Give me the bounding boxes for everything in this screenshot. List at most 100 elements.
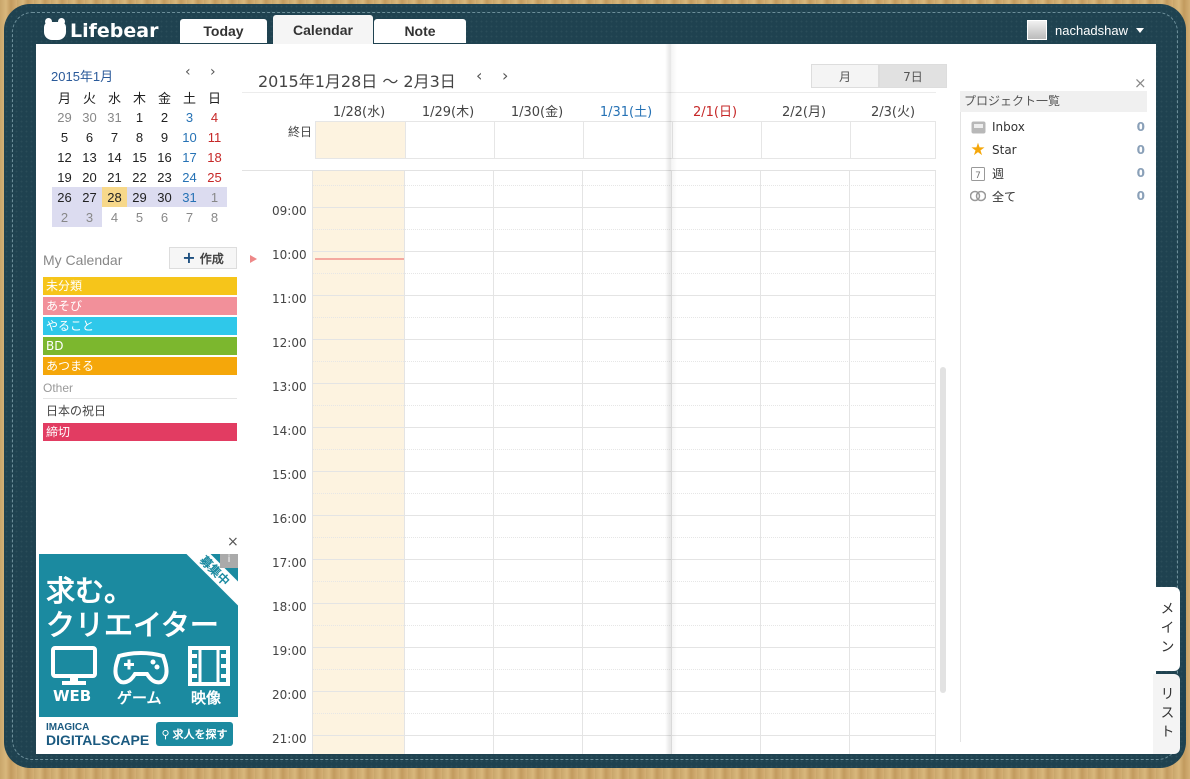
mini-day[interactable]: 27 [77,187,102,207]
mini-day[interactable]: 7 [102,127,127,147]
mini-day[interactable]: 13 [77,147,102,167]
mini-day[interactable]: 24 [177,167,202,187]
mini-day[interactable]: 16 [152,147,177,167]
all-day-row[interactable] [315,121,936,159]
weekday-header: 火 [82,90,96,106]
all-icon [970,188,986,204]
mini-day[interactable]: 18 [202,147,227,167]
advertisement-banner[interactable]: 募集中 i 求む。 クリエイター WEB ゲーム 映像 IMAGICA DIGI… [39,554,238,752]
col-divider [761,122,762,158]
mini-day[interactable]: 6 [152,207,177,227]
mini-day[interactable]: 8 [127,127,152,147]
day-header[interactable]: 2/3(火) [849,101,937,120]
all-day-today-cell[interactable] [316,122,405,158]
mini-day[interactable]: 17 [177,147,202,167]
user-menu[interactable]: nachadshaw [1027,20,1144,40]
mini-day[interactable]: 15 [127,147,152,167]
project-item-star[interactable]: ★ Star 0 [970,140,1145,160]
day-header[interactable]: 1/28(水) [315,101,403,120]
hour-line [312,471,936,472]
view-7day-button[interactable]: 7日 [879,64,947,88]
hour-label: 10:00 [272,248,307,262]
project-item-inbox[interactable]: Inbox 0 [970,117,1145,137]
tab-calendar[interactable]: Calendar [273,15,373,44]
weekday-header: 木 [132,90,146,106]
current-time-line [315,258,404,260]
mini-day[interactable]: 10 [177,127,202,147]
project-item-all[interactable]: 全て 0 [970,186,1145,206]
mini-day[interactable]: 20 [77,167,102,187]
create-calendar-button[interactable]: + 作成 [169,247,237,269]
mini-day[interactable]: 5 [52,127,77,147]
hour-line [312,251,936,252]
mini-day[interactable]: 30 [152,187,177,207]
weekday-header: 金 [157,90,171,106]
mini-day[interactable]: 4 [202,107,227,127]
mini-day[interactable]: 2 [152,107,177,127]
mini-day[interactable]: 30 [77,107,102,127]
project-panel-close-icon[interactable]: × [1134,74,1147,92]
mini-day[interactable]: 19 [52,167,77,187]
time-grid[interactable]: 08:00 09:00 10:00 11:00 12:00 13:00 14:0… [242,170,936,754]
mini-day[interactable]: 3 [177,107,202,127]
day-header-saturday[interactable]: 1/31(土) [582,101,670,120]
side-tab-list[interactable]: リスト [1153,674,1180,754]
day-header[interactable]: 1/29(木) [404,101,492,120]
prev-week-button[interactable]: ‹ [476,66,482,85]
side-tab-main[interactable]: メイン [1153,587,1180,671]
mini-day[interactable]: 23 [152,167,177,187]
calendar-item-deadline[interactable]: 締切 [43,423,237,441]
mini-day[interactable]: 7 [177,207,202,227]
avatar [1027,20,1047,40]
mini-day[interactable]: 31 [102,107,127,127]
mini-day[interactable]: 29 [127,187,152,207]
calendar-item-holidays[interactable]: 日本の祝日 [43,402,237,420]
mini-day[interactable]: 2 [52,207,77,227]
calendar-item-gather[interactable]: あつまる [43,357,237,375]
mini-day[interactable]: 29 [52,107,77,127]
ad-headline-2: クリエイター [46,608,219,642]
next-week-button[interactable]: › [502,66,508,85]
project-item-week[interactable]: 7 週 0 [970,163,1145,183]
calendar-item-unsorted[interactable]: 未分類 [43,277,237,295]
mini-calendar-next-button[interactable]: › [210,64,216,80]
mini-day[interactable]: 4 [102,207,127,227]
hour-line [312,559,936,560]
mini-day[interactable]: 8 [202,207,227,227]
hour-label-partial: 08:00 [272,171,301,174]
mini-day[interactable]: 21 [102,167,127,187]
ad-search-jobs-button[interactable]: ⚲ 求人を探す [156,722,233,746]
view-month-button[interactable]: 月 [811,64,879,88]
mini-day[interactable]: 22 [127,167,152,187]
app-logo[interactable]: Lifebear [44,18,158,44]
tab-note[interactable]: Note [374,19,466,43]
ad-info-icon[interactable]: i [220,554,238,568]
mini-day[interactable]: 9 [152,127,177,147]
mini-day[interactable]: 11 [202,127,227,147]
calendar-item-todo[interactable]: やること [43,317,237,335]
calendar-item-play[interactable]: あそび [43,297,237,315]
day-header[interactable]: 2/2(月) [760,101,848,120]
project-label: 全て [992,189,1017,204]
mini-day[interactable]: 26 [52,187,77,207]
mini-day-today[interactable]: 28 [102,187,127,207]
mini-day[interactable]: 3 [77,207,102,227]
calendar-item-bd[interactable]: BD [43,337,237,355]
mini-day[interactable]: 1 [202,187,227,207]
star-icon: ★ [970,140,986,160]
day-header-sunday[interactable]: 2/1(日) [671,101,759,120]
mini-day[interactable]: 14 [102,147,127,167]
mini-day[interactable]: 1 [127,107,152,127]
tab-today[interactable]: Today [180,19,267,43]
mini-day[interactable]: 6 [77,127,102,147]
mini-day[interactable]: 12 [52,147,77,167]
mini-day[interactable]: 5 [127,207,152,227]
ad-close-icon[interactable]: × [227,534,239,550]
mini-day[interactable]: 25 [202,167,227,187]
half-hour-line [312,493,936,494]
mini-day[interactable]: 31 [177,187,202,207]
col-divider [494,122,495,158]
mini-calendar-prev-button[interactable]: ‹ [185,64,191,80]
time-grid-scrollbar[interactable] [940,367,946,693]
day-header[interactable]: 1/30(金) [493,101,581,120]
